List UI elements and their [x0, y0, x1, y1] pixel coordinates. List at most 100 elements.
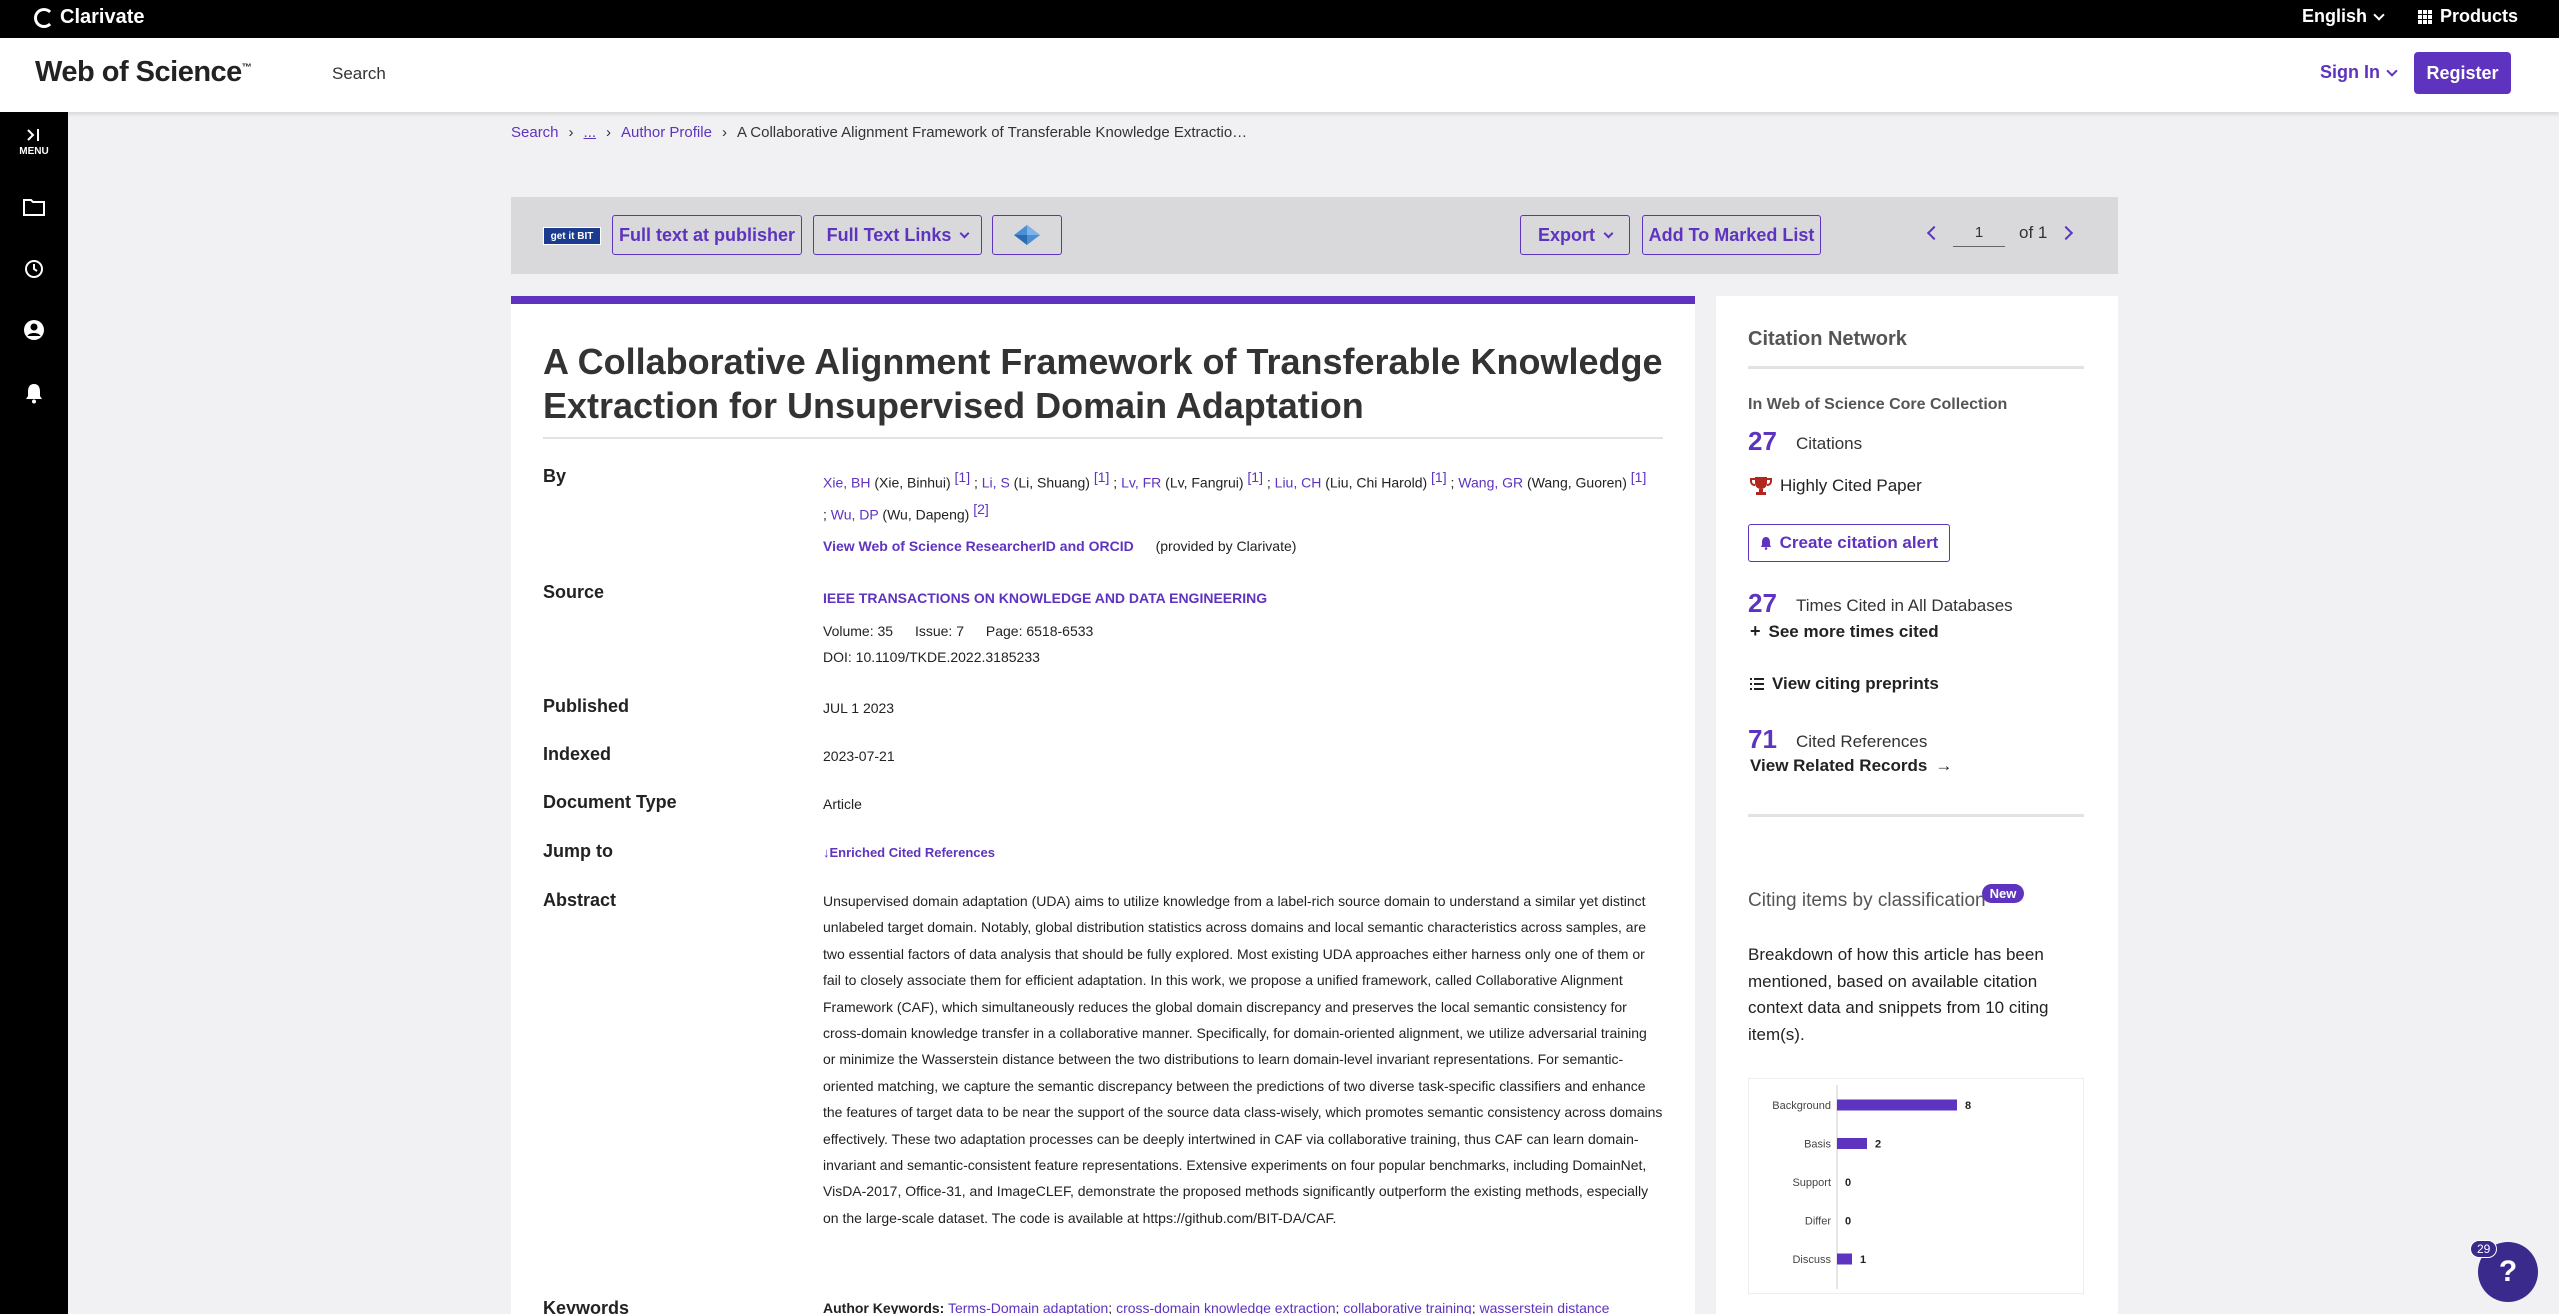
breadcrumb-ellipsis[interactable]: ...: [584, 124, 597, 141]
register-button[interactable]: Register: [2414, 52, 2511, 94]
chart-category-label: Support: [1792, 1177, 1831, 1189]
menu-toggle[interactable]: MENU: [0, 128, 68, 157]
sign-in-button[interactable]: Sign In: [2320, 62, 2398, 83]
researcher-id-link[interactable]: View Web of Science ResearcherID and ORC…: [823, 538, 1134, 554]
keyword-link[interactable]: collaborative training: [1343, 1300, 1471, 1314]
citation-network-title: Citation Network: [1748, 328, 1907, 350]
chart-bar: [1837, 1099, 1957, 1111]
export-button[interactable]: Export: [1520, 215, 1630, 255]
author-affiliation-ref[interactable]: [1]: [1247, 469, 1263, 485]
chart-value-label: 8: [1965, 1100, 1971, 1112]
cited-references-count[interactable]: 71: [1748, 724, 1777, 755]
classification-chart: Background 8 Basis 2 Support 0 Differ 0 Discuss 1: [1748, 1078, 2084, 1294]
sidebar-item-history[interactable]: [0, 258, 68, 280]
see-more-times-cited-link[interactable]: + See more times cited: [1750, 621, 1939, 642]
author-affiliation-ref[interactable]: [1]: [1431, 469, 1447, 485]
author-keywords-label: Author Keywords:: [823, 1300, 945, 1314]
breadcrumb-search[interactable]: Search: [511, 124, 559, 141]
core-collection-label: In Web of Science Core Collection: [1748, 396, 2008, 413]
clarivate-mark-icon: [34, 7, 54, 28]
bell-plus-icon: [1760, 537, 1771, 550]
chart-category-label: Discuss: [1792, 1254, 1831, 1266]
create-citation-alert-button[interactable]: Create citation alert: [1748, 524, 1950, 562]
author-link[interactable]: Wu, DP: [831, 506, 879, 522]
sidebar-item-profile[interactable]: [0, 319, 68, 341]
breadcrumb-current: A Collaborative Alignment Framework of T…: [736, 124, 1248, 141]
breadcrumb-separator: ›: [568, 124, 574, 141]
help-notification-count: 29: [2470, 1240, 2498, 1258]
chart-value-label: 1: [1860, 1254, 1866, 1266]
get-it-bit-button[interactable]: get it BIT: [543, 227, 601, 245]
page-number-input[interactable]: [1953, 219, 2005, 247]
author-link[interactable]: Xie, BH: [823, 475, 870, 491]
abstract-text: Unsupervised domain adaptation (UDA) aim…: [823, 893, 1663, 1226]
indexed-value: 2023-07-21: [823, 748, 895, 764]
diamond-logo-icon: [1014, 225, 1040, 245]
chart-category-label: Differ: [1805, 1216, 1831, 1228]
keyword-link[interactable]: wasserstein distance: [1479, 1300, 1609, 1314]
clarivate-logo[interactable]: Clarivate: [34, 6, 145, 29]
page-text: Page: 6518-6533: [985, 623, 1094, 639]
top-bar: Clarivate English Products: [0, 0, 2559, 38]
title-divider: [543, 437, 1663, 439]
author-affiliation-ref[interactable]: [1]: [955, 469, 971, 485]
external-link-button[interactable]: [992, 215, 1062, 255]
indexed-label: Indexed: [543, 744, 612, 764]
chevron-down-icon: [2386, 64, 2398, 77]
published-value: JUL 1 2023: [823, 700, 895, 716]
trophy-icon: [1750, 477, 1772, 495]
chart-value-label: 2: [1875, 1139, 1881, 1151]
citations-count[interactable]: 27: [1748, 426, 1777, 457]
sidebar-item-alerts[interactable]: [0, 382, 68, 404]
full-text-publisher-button[interactable]: Full text at publisher: [612, 215, 802, 255]
citations-label: Citations: [1796, 434, 1863, 453]
times-cited-label: Times Cited in All Databases: [1796, 596, 2013, 615]
keyword-link[interactable]: Terms-Domain adaptation: [948, 1300, 1108, 1314]
author-affiliation-ref[interactable]: [2]: [973, 501, 989, 517]
jump-to-link[interactable]: ↓Enriched Cited References: [823, 845, 995, 860]
apps-grid-icon: [2418, 9, 2432, 24]
author-full-name: (Wu, Dapeng): [878, 506, 974, 523]
citation-divider: [1748, 814, 2084, 817]
highly-cited-label: Highly Cited Paper: [1780, 476, 1922, 495]
keyword-link[interactable]: cross-domain knowledge extraction: [1116, 1300, 1335, 1314]
doi-text: DOI: 10.1109/TKDE.2022.3185233: [823, 649, 1040, 665]
classification-bar-chart: Background 8 Basis 2 Support 0 Differ 0 Discuss 1: [1772, 1085, 1971, 1289]
language-selector[interactable]: English: [2302, 6, 2385, 27]
author-link[interactable]: Wang, GR: [1458, 475, 1523, 491]
add-to-marked-list-button[interactable]: Add To Marked List: [1642, 215, 1821, 255]
view-related-records-link[interactable]: View Related Records →: [1750, 756, 1952, 776]
author-link[interactable]: Li, S: [982, 475, 1010, 491]
chart-category-label: Basis: [1804, 1139, 1831, 1151]
view-citing-preprints-link[interactable]: View citing preprints: [1750, 674, 1939, 694]
products-menu[interactable]: Products: [2418, 6, 2518, 27]
breadcrumb-author-profile[interactable]: Author Profile: [621, 124, 712, 141]
full-text-links-button[interactable]: Full Text Links: [813, 215, 982, 255]
author-link[interactable]: Liu, CH: [1275, 475, 1322, 491]
author-affiliation-ref[interactable]: [1]: [1631, 469, 1647, 485]
export-label: Export: [1537, 224, 1595, 245]
user-icon: [24, 320, 44, 340]
jump-to-link-label: Enriched Cited References: [829, 845, 995, 860]
chart-bar: [1837, 1138, 1867, 1149]
times-cited-count[interactable]: 27: [1748, 588, 1777, 619]
volume-text: Volume: 35: [823, 623, 894, 639]
author-link[interactable]: Lv, FR: [1121, 475, 1161, 491]
researcher-id-row: View Web of Science ResearcherID and ORC…: [823, 538, 1296, 554]
sidebar-item-folders[interactable]: [0, 198, 68, 216]
products-label: Products: [2440, 6, 2519, 26]
nav-search-link[interactable]: Search: [332, 64, 386, 84]
create-alert-label: Create citation alert: [1779, 533, 1939, 552]
citation-divider: [1748, 366, 2084, 369]
chevron-right-icon[interactable]: [2059, 225, 2074, 241]
author-affiliation-ref[interactable]: [1]: [1094, 469, 1110, 485]
citation-network-card: Citation Network In Web of Science Core …: [1716, 296, 2118, 1314]
author-full-name: (Lv, Fangrui): [1161, 474, 1248, 491]
source-journal-link[interactable]: IEEE TRANSACTIONS ON KNOWLEDGE AND DATA …: [823, 590, 1267, 606]
source-label: Source: [543, 582, 605, 602]
chevron-left-icon[interactable]: [1926, 225, 1942, 241]
record-toolbar: get it BIT Full text at publisher Full T…: [511, 197, 2118, 274]
document-type-label: Document Type: [543, 792, 677, 812]
chevron-down-icon: [2373, 8, 2385, 21]
web-of-science-logo[interactable]: Web of Science™: [35, 56, 252, 89]
